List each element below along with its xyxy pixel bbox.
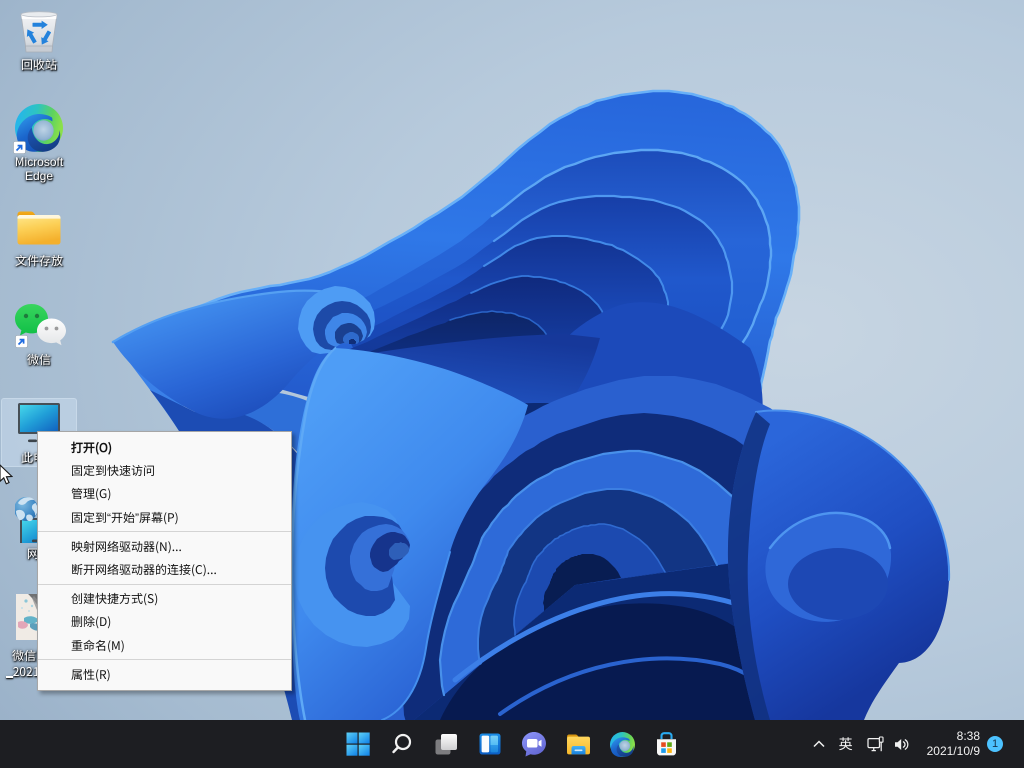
edge-taskbar-button[interactable] xyxy=(600,720,644,768)
icon-label: 回收站 xyxy=(1,58,77,72)
network-tray-button[interactable] xyxy=(863,736,889,753)
menu-item-delete[interactable]: 删除(D) xyxy=(38,610,291,633)
menu-item-create-shortcut[interactable]: 创建快捷方式(S) xyxy=(38,587,291,610)
microsoft-store-icon xyxy=(654,732,679,757)
tray-date: 2021/10/9 xyxy=(927,744,980,759)
widgets-button[interactable] xyxy=(468,720,512,768)
folder-icon xyxy=(16,208,62,246)
icon-label: 微信 xyxy=(1,353,77,367)
notification-badge[interactable]: 1 xyxy=(987,736,1003,752)
store-button[interactable] xyxy=(644,720,688,768)
shortcut-arrow-icon xyxy=(13,141,26,154)
icon-art xyxy=(15,303,67,353)
task-view-icon xyxy=(434,732,458,756)
menu-item-manage[interactable]: 管理(G) xyxy=(38,482,291,505)
teams-chat-icon xyxy=(521,731,547,757)
file-explorer-button[interactable] xyxy=(556,720,600,768)
taskbar-center-buttons xyxy=(336,720,688,768)
widgets-icon xyxy=(478,732,502,756)
shortcut-arrow-icon xyxy=(15,335,28,348)
chevron-up-icon xyxy=(813,740,825,748)
mouse-cursor xyxy=(0,464,13,486)
search-icon xyxy=(390,732,414,756)
taskbar-tray: 英 8:38 2021/10/9 1 xyxy=(806,720,1024,768)
tray-time: 8:38 xyxy=(927,729,980,744)
ime-indicator[interactable]: 英 xyxy=(832,734,860,754)
label-overflow-dash xyxy=(6,676,13,678)
taskbar: 英 8:38 2021/10/9 1 xyxy=(0,720,1024,768)
windows-start-icon xyxy=(346,732,370,756)
menu-item-open[interactable]: 打开(O) xyxy=(38,436,291,459)
desktop-icon-files-folder[interactable]: 文件存放 xyxy=(1,200,77,268)
menu-item-map-drive[interactable]: 映射网络驱动器(N)... xyxy=(38,535,291,558)
chat-button[interactable] xyxy=(512,720,556,768)
menu-item-properties[interactable]: 属性(R) xyxy=(38,663,291,686)
desktop-icon-recycle-bin[interactable]: 回收站 xyxy=(1,8,77,72)
tray-chevron-button[interactable] xyxy=(806,740,832,748)
task-view-button[interactable] xyxy=(424,720,468,768)
menu-separator xyxy=(38,531,291,532)
file-explorer-icon xyxy=(566,732,591,757)
icon-label: 文件存放 xyxy=(1,254,77,268)
desktop-icon-wechat[interactable]: 微信 xyxy=(1,297,77,367)
icon-label: Microsoft Edge xyxy=(4,155,74,183)
search-button[interactable] xyxy=(380,720,424,768)
context-menu: 打开(O) 固定到快速访问 管理(G) 固定到“开始”屏幕(P) 映射网络驱动器… xyxy=(37,431,292,691)
icon-art xyxy=(15,104,63,152)
menu-item-rename[interactable]: 重命名(M) xyxy=(38,634,291,657)
menu-item-disconnect-drive[interactable]: 断开网络驱动器的连接(C)... xyxy=(38,558,291,581)
speaker-icon xyxy=(893,736,910,753)
recycle-bin-icon xyxy=(17,10,61,56)
menu-separator xyxy=(38,584,291,585)
tray-clock[interactable]: 8:38 2021/10/9 xyxy=(927,729,980,759)
menu-separator xyxy=(38,659,291,660)
volume-tray-button[interactable] xyxy=(889,736,915,753)
menu-item-pin-quick-access[interactable]: 固定到快速访问 xyxy=(38,459,291,482)
desktop-icon-microsoft-edge[interactable]: Microsoft Edge xyxy=(1,104,77,183)
edge-icon xyxy=(610,732,635,757)
ethernet-icon xyxy=(867,736,884,753)
start-button[interactable] xyxy=(336,720,380,768)
menu-item-pin-start[interactable]: 固定到“开始”屏幕(P) xyxy=(38,506,291,529)
